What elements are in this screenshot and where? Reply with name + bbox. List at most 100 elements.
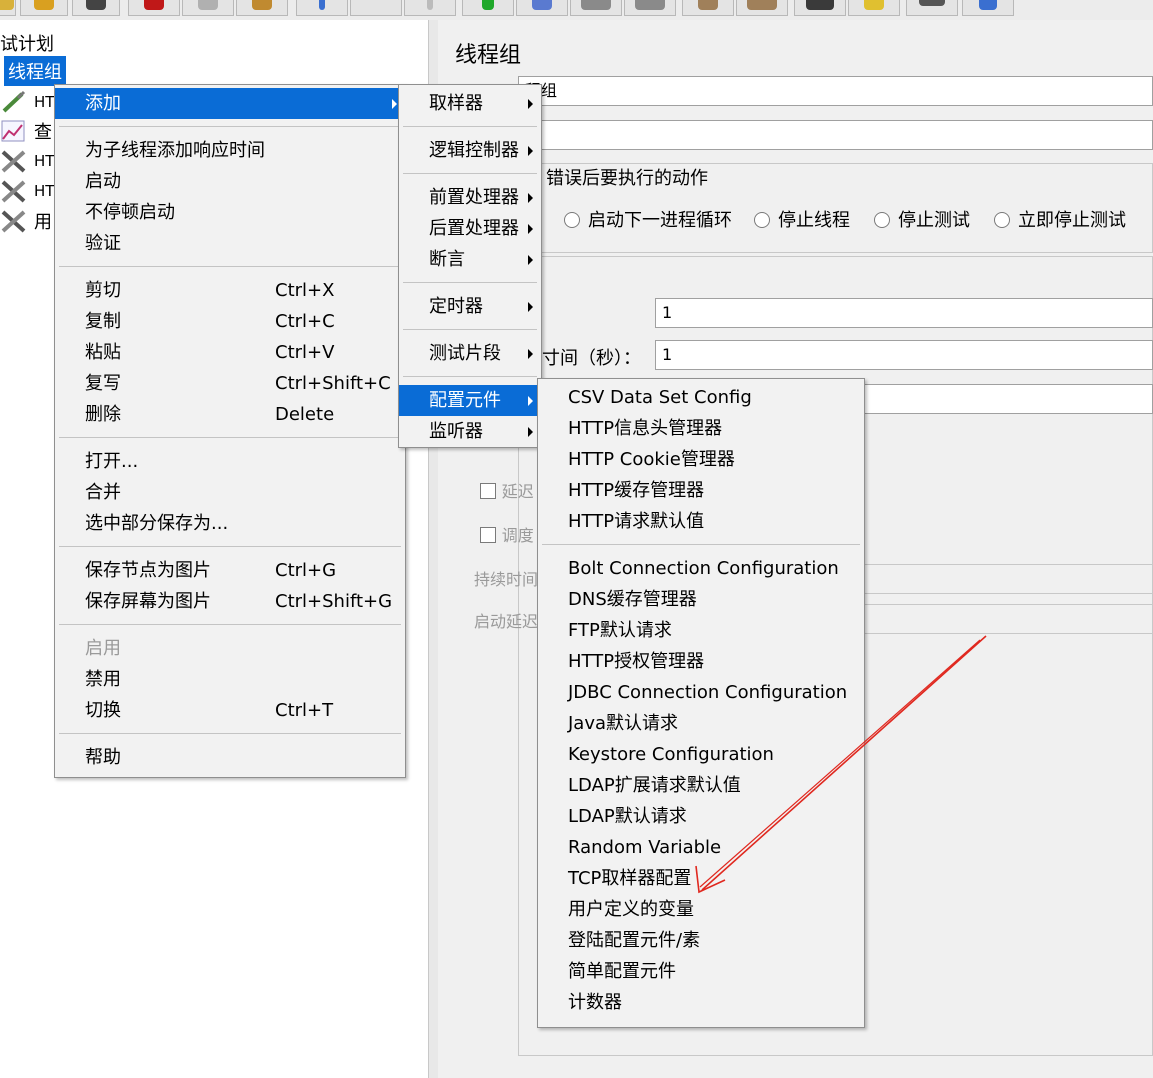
shutdown-icon[interactable]: [624, 0, 676, 16]
ramp-up-field[interactable]: 1: [655, 340, 1153, 370]
config-menu-item[interactable]: HTTP信息头管理器: [538, 413, 864, 444]
config-menu-item[interactable]: DNS缓存管理器: [538, 584, 864, 615]
cut-icon[interactable]: [128, 0, 180, 16]
config-menu-item[interactable]: 计数器: [538, 987, 864, 1018]
shortcut-label: Ctrl+V: [275, 342, 335, 363]
radio-stop-thread[interactable]: 停止线程: [754, 206, 850, 232]
menu-item-label: 前置处理器: [429, 187, 519, 208]
start-icon[interactable]: [462, 0, 514, 16]
menu-item-merge[interactable]: 合并: [55, 477, 405, 508]
shortcut-label: Ctrl+T: [275, 700, 334, 721]
delay-checkbox[interactable]: [480, 483, 496, 499]
radio-button[interactable]: [994, 212, 1010, 228]
delay-label: 延迟: [501, 482, 534, 501]
menu-item-test-fragment[interactable]: 测试片段: [399, 338, 541, 369]
config-menu-item[interactable]: Bolt Connection Configuration: [538, 553, 864, 584]
start-no-pause-icon[interactable]: [516, 0, 568, 16]
radio-stop-test-now[interactable]: 立即停止测试: [994, 206, 1126, 232]
radio-stop-test[interactable]: 停止测试: [874, 206, 970, 232]
menu-item-label: 复写: [85, 373, 121, 394]
tree-item[interactable]: HT: [0, 147, 54, 175]
menu-item-logic-controller[interactable]: 逻辑控制器: [399, 135, 541, 166]
config-menu-item[interactable]: JDBC Connection Configuration: [538, 677, 864, 708]
stop-icon[interactable]: [570, 0, 622, 16]
scheduler-checkbox[interactable]: [480, 527, 496, 543]
comments-field[interactable]: [518, 120, 1153, 150]
paste-icon[interactable]: [236, 0, 288, 16]
tree-test-plan[interactable]: 试计划: [0, 30, 54, 56]
menu-item-copy[interactable]: 复制 Ctrl+C: [55, 306, 405, 337]
menu-item-pre-processor[interactable]: 前置处理器: [399, 182, 541, 213]
reset-search-icon[interactable]: [848, 0, 900, 16]
submenu-arrow-icon: [528, 427, 533, 437]
menu-item-sampler[interactable]: 取样器: [399, 88, 541, 119]
threads-field[interactable]: 1: [655, 298, 1153, 328]
config-menu-item[interactable]: 用户定义的变量: [538, 894, 864, 925]
clear-icon[interactable]: [682, 0, 734, 16]
copy-icon[interactable]: [182, 0, 234, 16]
config-menu-item[interactable]: LDAP默认请求: [538, 801, 864, 832]
config-menu-item[interactable]: FTP默认请求: [538, 615, 864, 646]
tree-item[interactable]: 查: [0, 117, 52, 145]
tree-item[interactable]: 用: [0, 207, 52, 235]
tools-icon: [0, 149, 28, 173]
config-menu-item[interactable]: Keystore Configuration: [538, 739, 864, 770]
menu-item-toggle[interactable]: 切换 Ctrl+T: [55, 695, 405, 726]
config-menu-item[interactable]: HTTP请求默认值: [538, 506, 864, 537]
toggle-icon[interactable]: [404, 0, 456, 16]
menu-item-start-no-pause[interactable]: 不停顿启动: [55, 197, 405, 228]
menu-item-delete[interactable]: 删除 Delete: [55, 399, 405, 430]
config-menu-item[interactable]: Random Variable: [538, 832, 864, 863]
radio-continue[interactable]: 启动下一进程循环: [564, 206, 732, 232]
menu-item-validate[interactable]: 验证: [55, 228, 405, 259]
config-menu-item[interactable]: HTTP授权管理器: [538, 646, 864, 677]
menu-item-label: Random Variable: [568, 837, 722, 858]
menu-item-paste[interactable]: 粘贴 Ctrl+V: [55, 337, 405, 368]
clear-all-icon[interactable]: [736, 0, 788, 16]
menu-item-disable[interactable]: 禁用: [55, 664, 405, 695]
tree-thread-group[interactable]: 线程组: [4, 56, 66, 86]
new-icon[interactable]: [0, 0, 16, 16]
name-field[interactable]: 程组: [518, 76, 1153, 106]
config-menu-item[interactable]: LDAP扩展请求默认值: [538, 770, 864, 801]
config-menu-item[interactable]: HTTP缓存管理器: [538, 475, 864, 506]
menu-item-start[interactable]: 启动: [55, 166, 405, 197]
menu-item-open[interactable]: 打开...: [55, 446, 405, 477]
config-menu-item[interactable]: 登陆配置元件/素: [538, 925, 864, 956]
menu-item-add[interactable]: 添加: [55, 88, 405, 119]
function-helper-icon[interactable]: [906, 0, 958, 16]
menu-item-help[interactable]: 帮助: [55, 742, 405, 773]
menu-item-assertion[interactable]: 断言: [399, 244, 541, 275]
expand-icon[interactable]: [296, 0, 348, 16]
submenu-arrow-icon: [528, 224, 533, 234]
radio-button[interactable]: [874, 212, 890, 228]
menu-item-cut[interactable]: 剪切 Ctrl+X: [55, 275, 405, 306]
menu-item-save-node-image[interactable]: 保存节点为图片 Ctrl+G: [55, 555, 405, 586]
menu-item-add-response-time[interactable]: 为子线程添加响应时间: [55, 135, 405, 166]
help-icon[interactable]: [962, 0, 1014, 16]
menu-item-save-selection[interactable]: 选中部分保存为...: [55, 508, 405, 539]
radio-button[interactable]: [564, 212, 580, 228]
menu-item-listener[interactable]: 监听器: [399, 416, 541, 447]
search-icon[interactable]: [794, 0, 846, 16]
config-menu-item[interactable]: CSV Data Set Config: [538, 382, 864, 413]
scheduler-checkbox-row[interactable]: 调度: [480, 522, 534, 546]
menu-item-save-screen-image[interactable]: 保存屏幕为图片 Ctrl+Shift+G: [55, 586, 405, 617]
config-menu-item[interactable]: TCP取样器配置: [538, 863, 864, 894]
config-menu-item[interactable]: 简单配置元件: [538, 956, 864, 987]
delay-checkbox-row[interactable]: 延迟: [480, 478, 534, 502]
menu-item-post-processor[interactable]: 后置处理器: [399, 213, 541, 244]
menu-item-timer[interactable]: 定时器: [399, 291, 541, 322]
tree-item[interactable]: HT: [0, 177, 54, 205]
tree-item[interactable]: HT: [0, 88, 54, 116]
config-menu-item[interactable]: HTTP Cookie管理器: [538, 444, 864, 475]
radio-button[interactable]: [754, 212, 770, 228]
save-icon[interactable]: [72, 0, 120, 16]
config-menu-item[interactable]: Java默认请求: [538, 708, 864, 739]
add-submenu: 取样器 逻辑控制器 前置处理器 后置处理器 断言 定时器 测试片段 配置元件 监…: [398, 84, 542, 448]
collapse-icon[interactable]: [350, 0, 402, 16]
menu-separator: [403, 282, 537, 283]
menu-item-config-element[interactable]: 配置元件: [399, 385, 541, 416]
open-icon[interactable]: [20, 0, 68, 16]
menu-item-duplicate[interactable]: 复写 Ctrl+Shift+C: [55, 368, 405, 399]
